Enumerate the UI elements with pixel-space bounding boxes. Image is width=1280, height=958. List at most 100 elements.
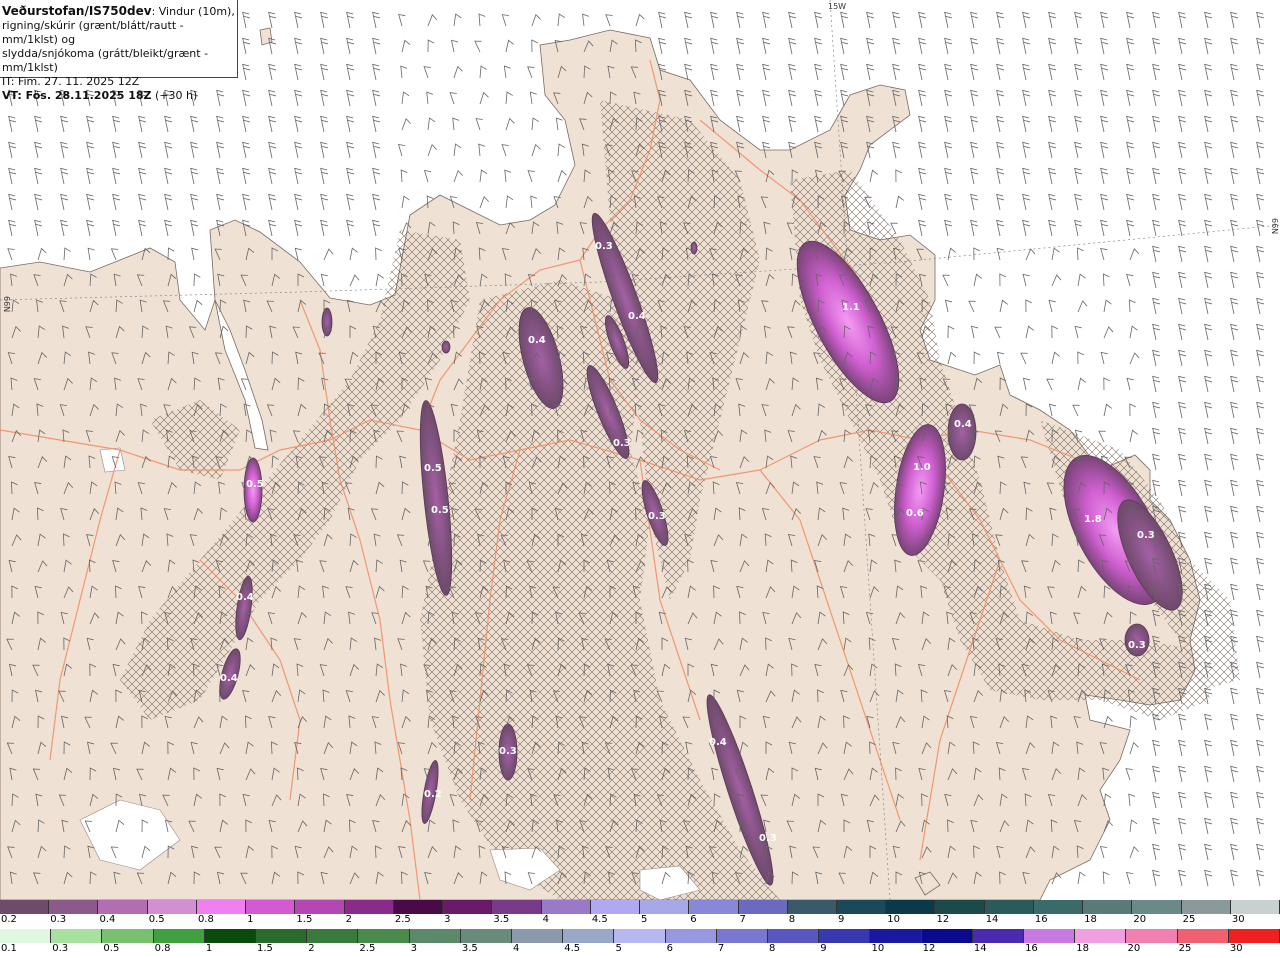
scale-swatch	[102, 929, 154, 943]
scale-tick-label: 3.5	[493, 914, 510, 925]
scale-swatch	[665, 929, 717, 943]
scale-tick-label: 30	[1229, 943, 1243, 954]
scale-tick-label: 0.8	[197, 914, 214, 925]
scale-swatch	[1228, 929, 1280, 943]
scale-tick-label: 1	[247, 914, 254, 925]
scale-tick-label: 2	[345, 914, 353, 925]
scale-swatch	[147, 900, 197, 914]
scale-tick-label: 14	[973, 943, 987, 954]
scale-tick-label: 10	[887, 914, 900, 925]
scale-tick-label: 0.3	[52, 943, 69, 954]
scale-swatch	[563, 929, 615, 943]
map-info-box: Veðurstofan/IS750dev: Vindur (10m), rign…	[0, 0, 238, 102]
scale-tick-label: 9	[820, 943, 827, 954]
brand-label: Veðurstofan/IS750dev	[2, 4, 152, 18]
scale-tick-label: 1.5	[296, 914, 313, 925]
precip-label: 0.4	[628, 311, 646, 322]
scale-swatch	[1230, 900, 1280, 914]
scale-tick-label: 16	[1034, 914, 1048, 925]
rain-color-scale	[0, 929, 1280, 943]
scale-tick-label: 20	[1133, 914, 1147, 925]
scale-tick-label: 2.5	[359, 943, 376, 954]
scale-swatch	[460, 929, 513, 943]
snow-scale-ticks: 0.2 0.3 0.4 0.5 0.8 1 1.5 2 2.5 3 3.5 4 4.5 5 6 7 8 9 10 12…	[0, 914, 1280, 927]
scale-swatch	[393, 900, 444, 914]
scale-tick-label: 8	[788, 914, 796, 925]
precip-label: 0.3	[1137, 530, 1155, 541]
precip-label: 0.4	[220, 673, 238, 684]
precip-label: 0.3	[613, 438, 631, 449]
precip-label: 0.6	[906, 508, 924, 519]
rain-scale-ticks: 0.1 0.3 0.5 0.8 1 1.5 2 2.5 3 3.5 4 4.5 5 6 7 8 9 10 12 14 1…	[0, 943, 1280, 956]
precip-label: 0.4	[528, 335, 546, 346]
scale-tick-label: 0.1	[1, 943, 17, 954]
weather-map	[0, 0, 1280, 900]
scale-tick-label: 4.5	[591, 914, 608, 925]
scale-tick-label: 0.3	[50, 914, 67, 925]
scale-tick-label: 16	[1025, 943, 1038, 954]
scale-swatch	[1075, 929, 1127, 943]
scale-tick-label: 12	[922, 943, 936, 954]
scale-swatch	[1033, 900, 1084, 914]
scale-swatch	[1083, 900, 1133, 914]
scale-swatch	[344, 900, 394, 914]
scale-swatch	[984, 900, 1034, 914]
scale-tick-label: 12	[936, 914, 950, 925]
scale-swatch	[1181, 900, 1231, 914]
scale-swatch	[409, 929, 461, 943]
scale-tick-label: 30	[1231, 914, 1245, 925]
scale-tick-label: 4	[513, 943, 520, 954]
scale-tick-label: 9	[837, 914, 845, 925]
scale-swatch	[246, 900, 296, 914]
scale-tick-label: 8	[769, 943, 776, 954]
info-line-2: rigning/skúrir (grænt/blátt/rautt - mm/1…	[2, 19, 184, 46]
precip-label: 0.2	[424, 789, 442, 800]
scale-tick-label: 2	[308, 943, 315, 954]
scale-tick-label: 18	[1076, 943, 1089, 954]
precip-label: 0.3	[595, 241, 613, 252]
scale-tick-label: 6	[690, 914, 697, 925]
snow-color-scale	[0, 900, 1280, 914]
initial-time: IT: Fim. 27. 11. 2025 12Z	[2, 75, 140, 88]
scale-tick-label: 0.5	[148, 914, 165, 925]
precip-label: 0.3	[499, 746, 517, 757]
grid-label-top: 15W	[828, 2, 847, 11]
grid-label-right: 66N	[1270, 218, 1279, 235]
scale-swatch	[972, 929, 1025, 943]
scale-swatch	[204, 929, 257, 943]
scale-swatch	[49, 900, 99, 914]
precip-label: 0.3	[759, 833, 777, 844]
precip-label: 1.8	[1084, 514, 1102, 525]
scale-swatch	[1024, 929, 1076, 943]
scale-swatch	[492, 900, 542, 914]
scale-swatch	[541, 900, 591, 914]
scale-tick-label: 25	[1178, 943, 1192, 954]
scale-swatch	[787, 900, 837, 914]
scale-swatch	[1126, 929, 1178, 943]
precip-label: 0.4	[236, 592, 254, 603]
scale-swatch	[443, 900, 493, 914]
scale-swatch	[689, 900, 739, 914]
scale-tick-label: 4	[542, 914, 549, 925]
scale-tick-label: 1.5	[257, 943, 273, 954]
scale-swatch	[870, 929, 922, 943]
scale-tick-label: 20	[1127, 943, 1141, 954]
scale-swatch	[640, 900, 690, 914]
scale-tick-label: 0.5	[103, 943, 120, 954]
grid-label-left: 66N	[2, 296, 11, 313]
scale-tick-label: 25	[1182, 914, 1196, 925]
scale-tick-label: 5	[615, 943, 622, 954]
scale-swatch	[819, 929, 871, 943]
scale-tick-label: 18	[1084, 914, 1097, 925]
precip-label: 0.3	[1128, 640, 1146, 651]
scale-swatch	[358, 929, 410, 943]
scale-swatch	[256, 929, 308, 943]
scale-tick-label: 1	[205, 943, 213, 954]
scale-swatch	[590, 900, 641, 914]
scale-tick-label: 3	[410, 943, 417, 954]
scale-swatch	[836, 900, 887, 914]
scale-tick-label: 0.4	[99, 914, 116, 925]
scale-swatch	[886, 900, 936, 914]
scale-swatch	[716, 929, 769, 943]
scale-swatch	[935, 900, 985, 914]
